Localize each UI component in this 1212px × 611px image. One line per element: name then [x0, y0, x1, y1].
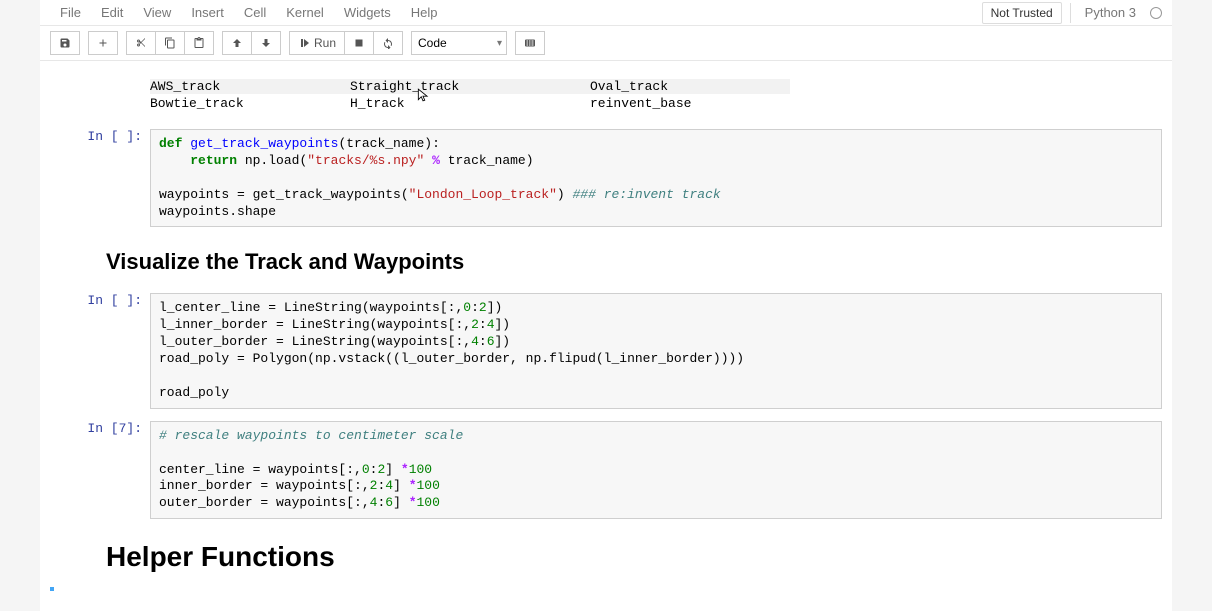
heading-helper: Helper Functions [106, 541, 1172, 573]
code-cell[interactable]: In [ ]: l_center_line = LineString(waypo… [40, 289, 1172, 412]
menu-cell[interactable]: Cell [234, 1, 276, 24]
output-text: reinvent_base [590, 96, 790, 111]
input-prompt: In [ ]: [40, 293, 150, 408]
paste-icon [193, 37, 205, 49]
stop-icon [353, 37, 365, 49]
save-icon [59, 37, 71, 49]
cell-type-select[interactable]: Code [411, 31, 507, 55]
output-text: AWS_track [150, 79, 350, 94]
play-icon [298, 37, 310, 49]
copy-icon [164, 37, 176, 49]
notebook-area: AWS_track Straight_track Oval_track Bowt… [40, 61, 1172, 611]
toolbar: Run Code [40, 26, 1172, 61]
menu-help[interactable]: Help [401, 1, 448, 24]
input-prompt: In [7]: [40, 421, 150, 519]
output-text: H_track [350, 96, 590, 111]
output-text: Bowtie_track [150, 96, 350, 111]
arrow-up-icon [231, 37, 243, 49]
menu-insert[interactable]: Insert [181, 1, 234, 24]
arrow-down-icon [260, 37, 272, 49]
run-label: Run [314, 36, 336, 50]
menu-bar: File Edit View Insert Cell Kernel Widget… [40, 0, 1172, 26]
paste-button[interactable] [185, 31, 214, 55]
trust-status[interactable]: Not Trusted [982, 2, 1062, 24]
selected-cell-indicator [50, 587, 1162, 591]
insert-cell-button[interactable] [88, 31, 118, 55]
input-prompt: In [ ]: [40, 129, 150, 227]
cut-icon [135, 37, 147, 49]
move-down-button[interactable] [252, 31, 281, 55]
keyboard-icon [524, 37, 536, 49]
cell-type-value: Code [418, 36, 447, 50]
output-track-list: AWS_track Straight_track Oval_track Bowt… [150, 77, 1172, 117]
output-text: Straight_track [350, 79, 590, 94]
kernel-indicator-icon [1150, 7, 1162, 19]
menu-widgets[interactable]: Widgets [334, 1, 401, 24]
command-palette-button[interactable] [515, 31, 545, 55]
code-cell[interactable]: In [ ]: def get_track_waypoints(track_na… [40, 125, 1172, 231]
menu-file[interactable]: File [50, 1, 91, 24]
refresh-icon [382, 37, 394, 49]
copy-button[interactable] [156, 31, 185, 55]
output-text: Oval_track [590, 79, 790, 94]
plus-icon [97, 37, 109, 49]
menu-kernel[interactable]: Kernel [276, 1, 334, 24]
code-editor[interactable]: l_center_line = LineString(waypoints[:,0… [150, 293, 1162, 408]
kernel-name[interactable]: Python 3 [1079, 2, 1142, 23]
code-editor[interactable]: # rescale waypoints to centimeter scale … [150, 421, 1162, 519]
move-up-button[interactable] [222, 31, 252, 55]
code-editor[interactable]: def get_track_waypoints(track_name): ret… [150, 129, 1162, 227]
interrupt-button[interactable] [345, 31, 374, 55]
save-button[interactable] [50, 31, 80, 55]
menu-view[interactable]: View [133, 1, 181, 24]
menu-edit[interactable]: Edit [91, 1, 133, 24]
run-button[interactable]: Run [289, 31, 345, 55]
cut-button[interactable] [126, 31, 156, 55]
heading-visualize: Visualize the Track and Waypoints [106, 249, 1172, 275]
restart-button[interactable] [374, 31, 403, 55]
code-cell[interactable]: In [7]: # rescale waypoints to centimete… [40, 417, 1172, 523]
